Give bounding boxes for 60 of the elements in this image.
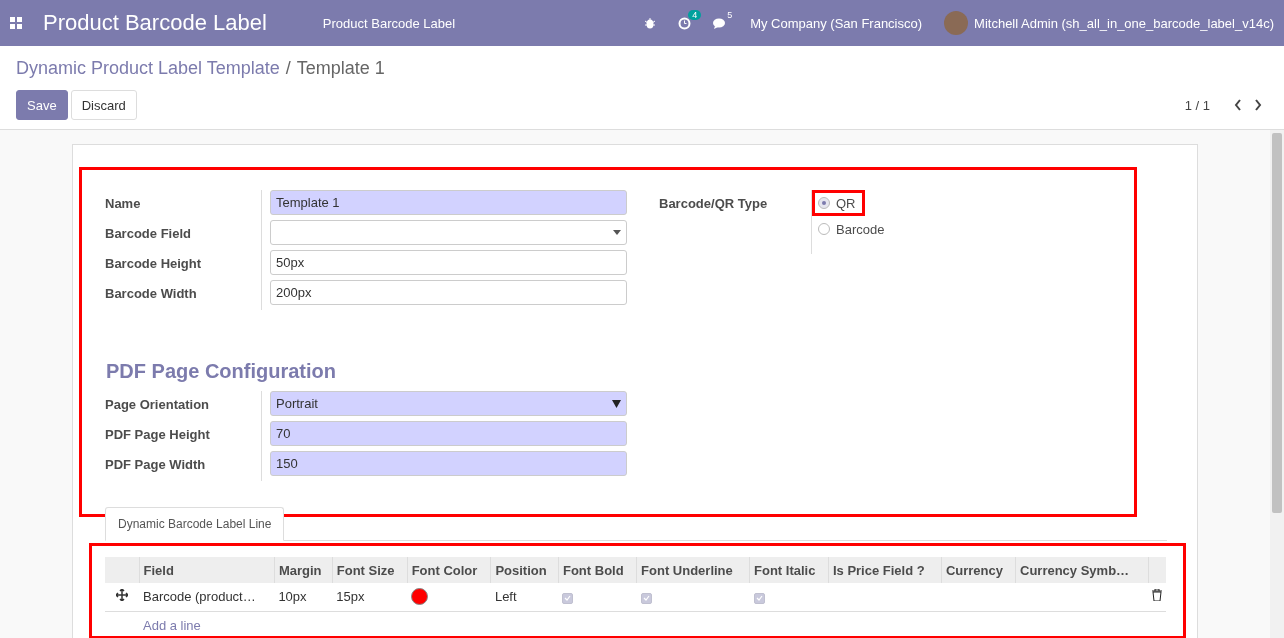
company-switcher[interactable]: My Company (San Francisco) (750, 15, 923, 31)
field-label: Barcode/QR Type (659, 195, 769, 213)
column-header: Font Underline (636, 557, 750, 583)
column-header: Font Italic (749, 557, 829, 583)
select-field[interactable] (270, 220, 627, 245)
menu-item[interactable]: Product Barcode Label (322, 15, 456, 31)
clock-icon[interactable] (678, 16, 692, 30)
pager-counter: 1 / 1 (1184, 97, 1210, 113)
column-header: Font Bold (558, 557, 637, 583)
select-field[interactable]: Portrait (270, 391, 627, 416)
checkbox[interactable] (753, 592, 765, 604)
message-count: 5 (726, 9, 734, 20)
table-cell: 10px (274, 583, 333, 611)
column-header (1148, 557, 1166, 583)
caret-icon (612, 399, 621, 408)
column-header: Is Price Field ? (828, 557, 942, 583)
input-field[interactable]: 70 (270, 421, 627, 446)
radio-option[interactable]: Barcode (812, 216, 894, 242)
table-cell: 15px (332, 583, 408, 611)
column-header (105, 557, 139, 583)
field-label: Barcode Width (105, 280, 262, 310)
field-label: Page Orientation (105, 391, 262, 421)
apps-menu-icon[interactable] (10, 17, 22, 29)
table-cell: Left (490, 583, 559, 611)
radio-option-highlight[interactable]: QR (812, 190, 865, 216)
column-header: Font Color (407, 557, 491, 583)
field-label: Name (105, 190, 262, 220)
user-menu[interactable]: Mitchell Admin (sh_all_in_one_barcode_label_v14c) (974, 15, 1274, 31)
add-line-link[interactable]: Add a line (143, 617, 201, 633)
table-cell: Barcode (product… (139, 583, 275, 611)
column-header: Font Size (332, 557, 408, 583)
breadcrumb-link[interactable]: Dynamic Product Label Template (16, 58, 280, 79)
input-field[interactable]: 150 (270, 451, 627, 476)
checkbox[interactable] (640, 592, 652, 604)
checkbox[interactable] (562, 592, 574, 604)
column-header: Currency Symb… (1015, 557, 1148, 583)
save-button[interactable]: Save (16, 90, 68, 120)
activity-count: 4 (688, 9, 702, 20)
field-label: PDF Page Height (105, 421, 262, 451)
caret-icon (613, 230, 621, 235)
column-header: Currency (941, 557, 1016, 583)
discard-button[interactable]: Discard (70, 90, 137, 120)
app-title: Product Barcode Label (43, 10, 267, 36)
input-field[interactable]: 200px (270, 280, 627, 305)
input-field[interactable]: 50px (270, 250, 627, 275)
drag-handle-icon[interactable] (116, 589, 128, 602)
column-header: Field (139, 557, 275, 583)
field-label: Barcode Field (105, 220, 262, 250)
input-field[interactable]: Template 1 (270, 190, 627, 215)
column-header: Margin (274, 557, 333, 583)
section-title: PDF Page Configuration (106, 360, 337, 383)
field-label: PDF Page Width (105, 451, 262, 481)
tab[interactable]: Dynamic Barcode Label Line (105, 507, 285, 541)
column-header: Position (490, 557, 559, 583)
breadcrumb-separator: / (285, 58, 291, 79)
trash-icon[interactable] (1152, 589, 1162, 602)
breadcrumb-current: Template 1 (296, 58, 385, 79)
avatar (944, 11, 969, 35)
field-label: Barcode Height (105, 250, 262, 280)
bug-icon[interactable] (644, 17, 657, 29)
